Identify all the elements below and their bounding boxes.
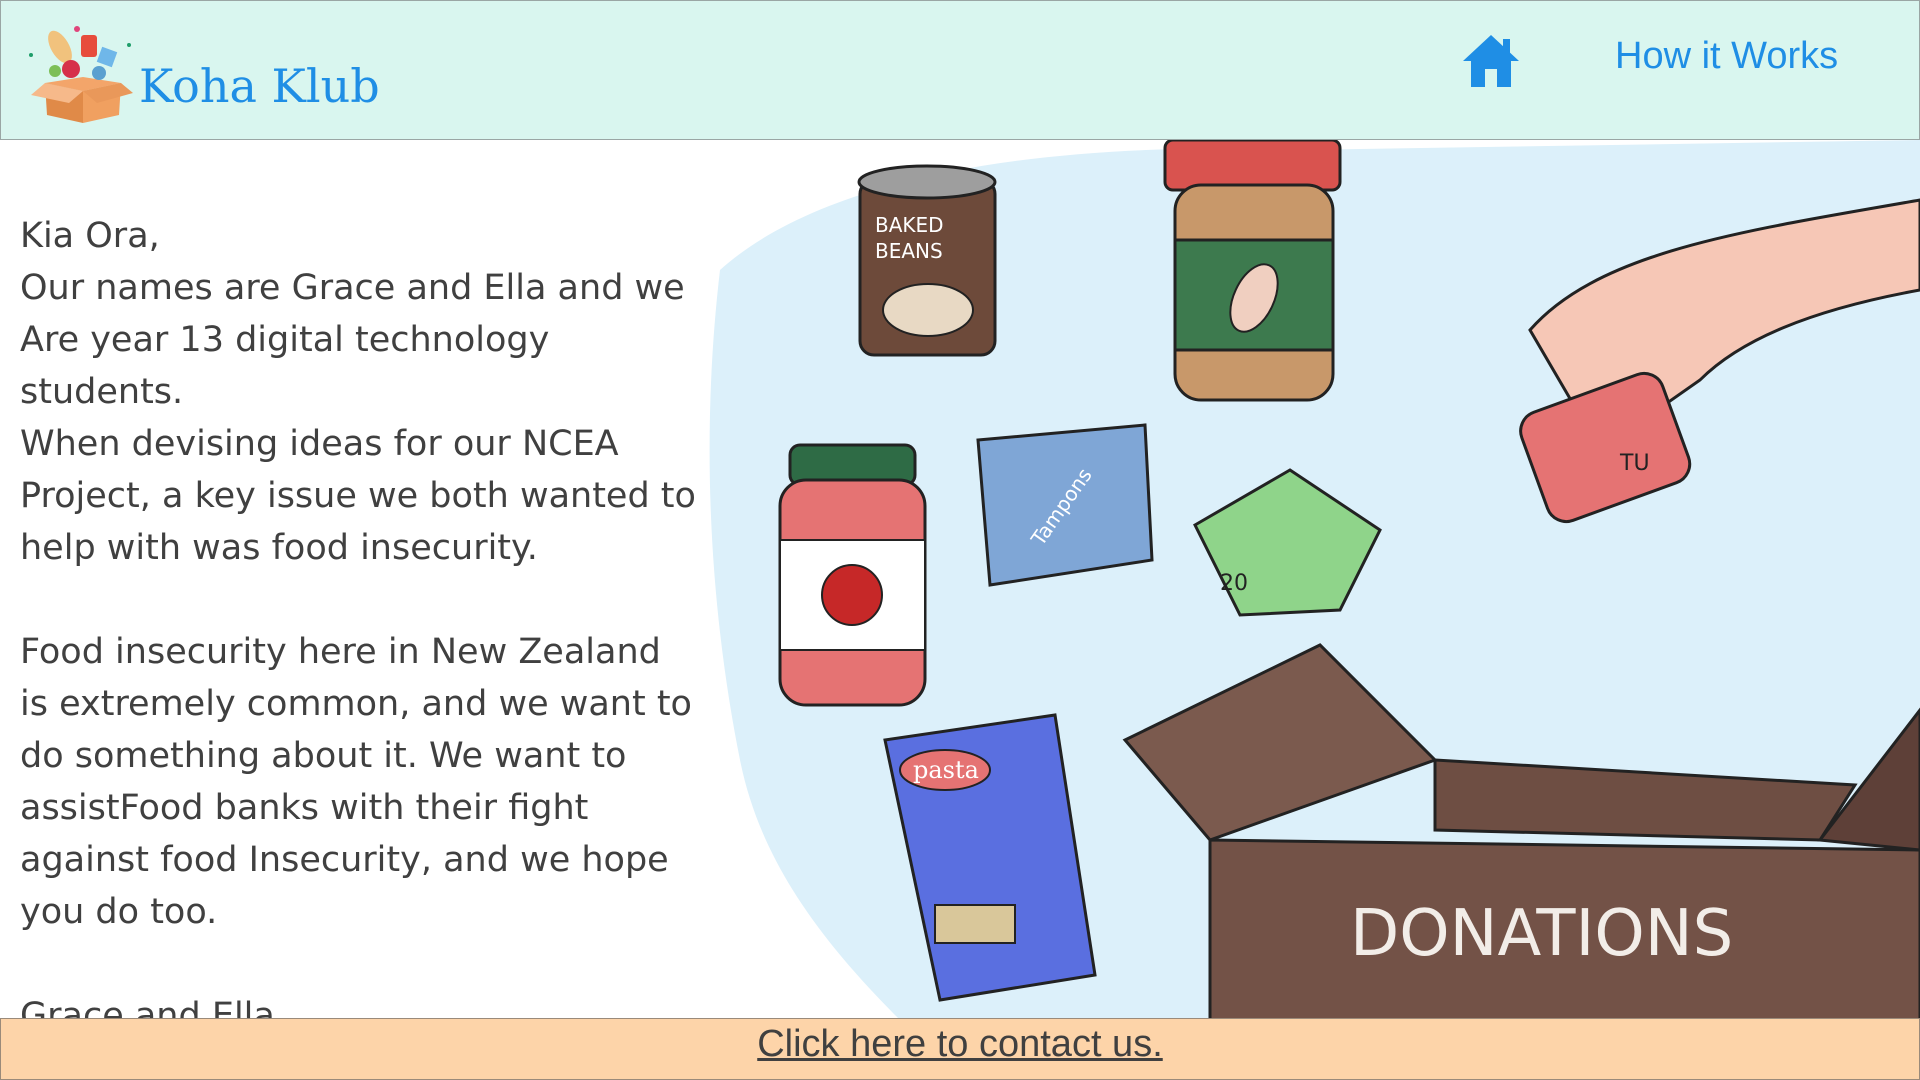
money-label: 20	[1220, 571, 1248, 596]
tuna-label: TU	[1619, 451, 1650, 476]
logo[interactable]: Koha Klub	[25, 25, 380, 125]
donations-illustration: BAKED BEANS Tampons 20 TU pasta DONATION…	[709, 140, 1920, 1020]
footer-bar: Click here to contact us.	[0, 1018, 1920, 1080]
baked-beans-label-2: BEANS	[875, 239, 943, 263]
tampons-box: Tampons	[976, 423, 1154, 587]
peanut-butter-jar	[1163, 140, 1342, 402]
baked-beans-label-1: BAKED	[875, 213, 944, 237]
nav-how-it-works[interactable]: How it Works	[1615, 35, 1838, 78]
tomato-sauce-jar	[778, 443, 927, 707]
home-icon	[1463, 35, 1519, 87]
contact-link[interactable]: Click here to contact us.	[757, 1023, 1163, 1066]
donations-label: DONATIONS	[1350, 897, 1733, 971]
baked-beans-can: BAKED BEANS	[857, 164, 997, 357]
site-title: Koha Klub	[139, 59, 380, 113]
pasta-label: pasta	[913, 756, 979, 784]
home-button[interactable]	[1461, 31, 1521, 91]
logo-box-icon	[29, 26, 133, 123]
header-bar: Koha Klub How it Works	[0, 0, 1920, 140]
intro-letter: Kia Ora, Our names are Grace and Ella an…	[20, 216, 696, 1036]
